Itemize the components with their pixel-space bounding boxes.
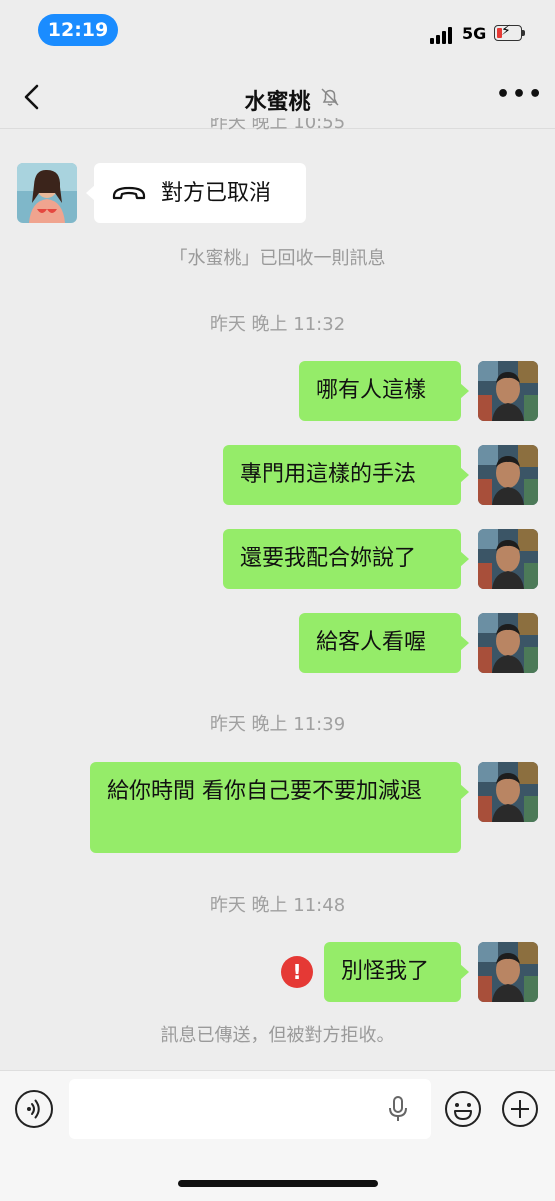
bell-slash-icon xyxy=(319,86,341,108)
sent-message[interactable]: 別怪我了 xyxy=(324,942,461,1002)
emoji-icon xyxy=(445,1091,481,1127)
recalled-notice: 「水蜜桃」已回收一則訊息 xyxy=(169,248,386,269)
emoji-button[interactable] xyxy=(444,1090,482,1128)
timestamp: 昨天 晚上 11:32 xyxy=(209,314,346,335)
network-type: 5G xyxy=(462,24,487,43)
partial-timestamp-text: 昨天 晚上 10:55 xyxy=(209,118,346,130)
sent-message[interactable]: 給你時間 看你自己要不要加減退 xyxy=(90,762,461,853)
timestamp: 昨天 晚上 11:48 xyxy=(209,895,346,916)
my-avatar-image xyxy=(478,762,538,822)
call-cancelled-text: 對方已取消 xyxy=(161,180,272,206)
error-icon[interactable]: ! xyxy=(281,956,313,988)
home-indicator[interactable] xyxy=(178,1180,378,1187)
rejected-notice: 訊息已傳送，但被對方拒收。 xyxy=(160,1025,395,1046)
plus-icon xyxy=(502,1091,538,1127)
bubble-tail xyxy=(460,551,469,567)
sent-message[interactable]: 專門用這樣的手法 xyxy=(223,445,461,505)
bubble-tail xyxy=(460,964,469,980)
my-avatar-image xyxy=(478,361,538,421)
bubble-tail xyxy=(460,383,469,399)
status-time: 12:19 xyxy=(38,14,118,46)
sent-message[interactable]: 給客人看喔 xyxy=(299,613,461,673)
my-avatar[interactable] xyxy=(478,529,538,589)
call-cancelled-bubble[interactable]: 對方已取消 xyxy=(94,163,306,223)
timestamp: 昨天 晚上 11:39 xyxy=(209,714,346,735)
partial-timestamp: 昨天 晚上 10:55 xyxy=(0,118,555,130)
microphone-icon[interactable] xyxy=(385,1095,411,1123)
message-input[interactable] xyxy=(69,1079,431,1139)
voice-icon xyxy=(27,1099,40,1119)
sent-message[interactable]: 還要我配合妳說了 xyxy=(223,529,461,589)
my-avatar[interactable] xyxy=(478,762,538,822)
sent-message[interactable]: 哪有人這樣 xyxy=(299,361,461,421)
contact-avatar-image xyxy=(17,163,77,223)
my-avatar[interactable] xyxy=(478,445,538,505)
bubble-tail xyxy=(460,635,469,651)
contact-avatar[interactable] xyxy=(17,163,77,223)
my-avatar-image xyxy=(478,445,538,505)
battery-tip xyxy=(522,30,525,36)
phone-hangup-icon xyxy=(112,186,146,200)
page-title: 水蜜桃 xyxy=(244,90,311,115)
my-avatar[interactable] xyxy=(478,361,538,421)
bubble-tail xyxy=(460,784,469,800)
bubble-tail xyxy=(460,467,469,483)
signal-icon xyxy=(430,26,456,44)
more-button[interactable]: ••• xyxy=(496,84,542,110)
my-avatar[interactable] xyxy=(478,613,538,673)
my-avatar[interactable] xyxy=(478,942,538,1002)
my-avatar-image xyxy=(478,942,538,1002)
add-button[interactable] xyxy=(501,1090,539,1128)
my-avatar-image xyxy=(478,529,538,589)
voice-button[interactable] xyxy=(15,1090,53,1128)
battery-icon: ⚡ xyxy=(494,23,522,41)
my-avatar-image xyxy=(478,613,538,673)
